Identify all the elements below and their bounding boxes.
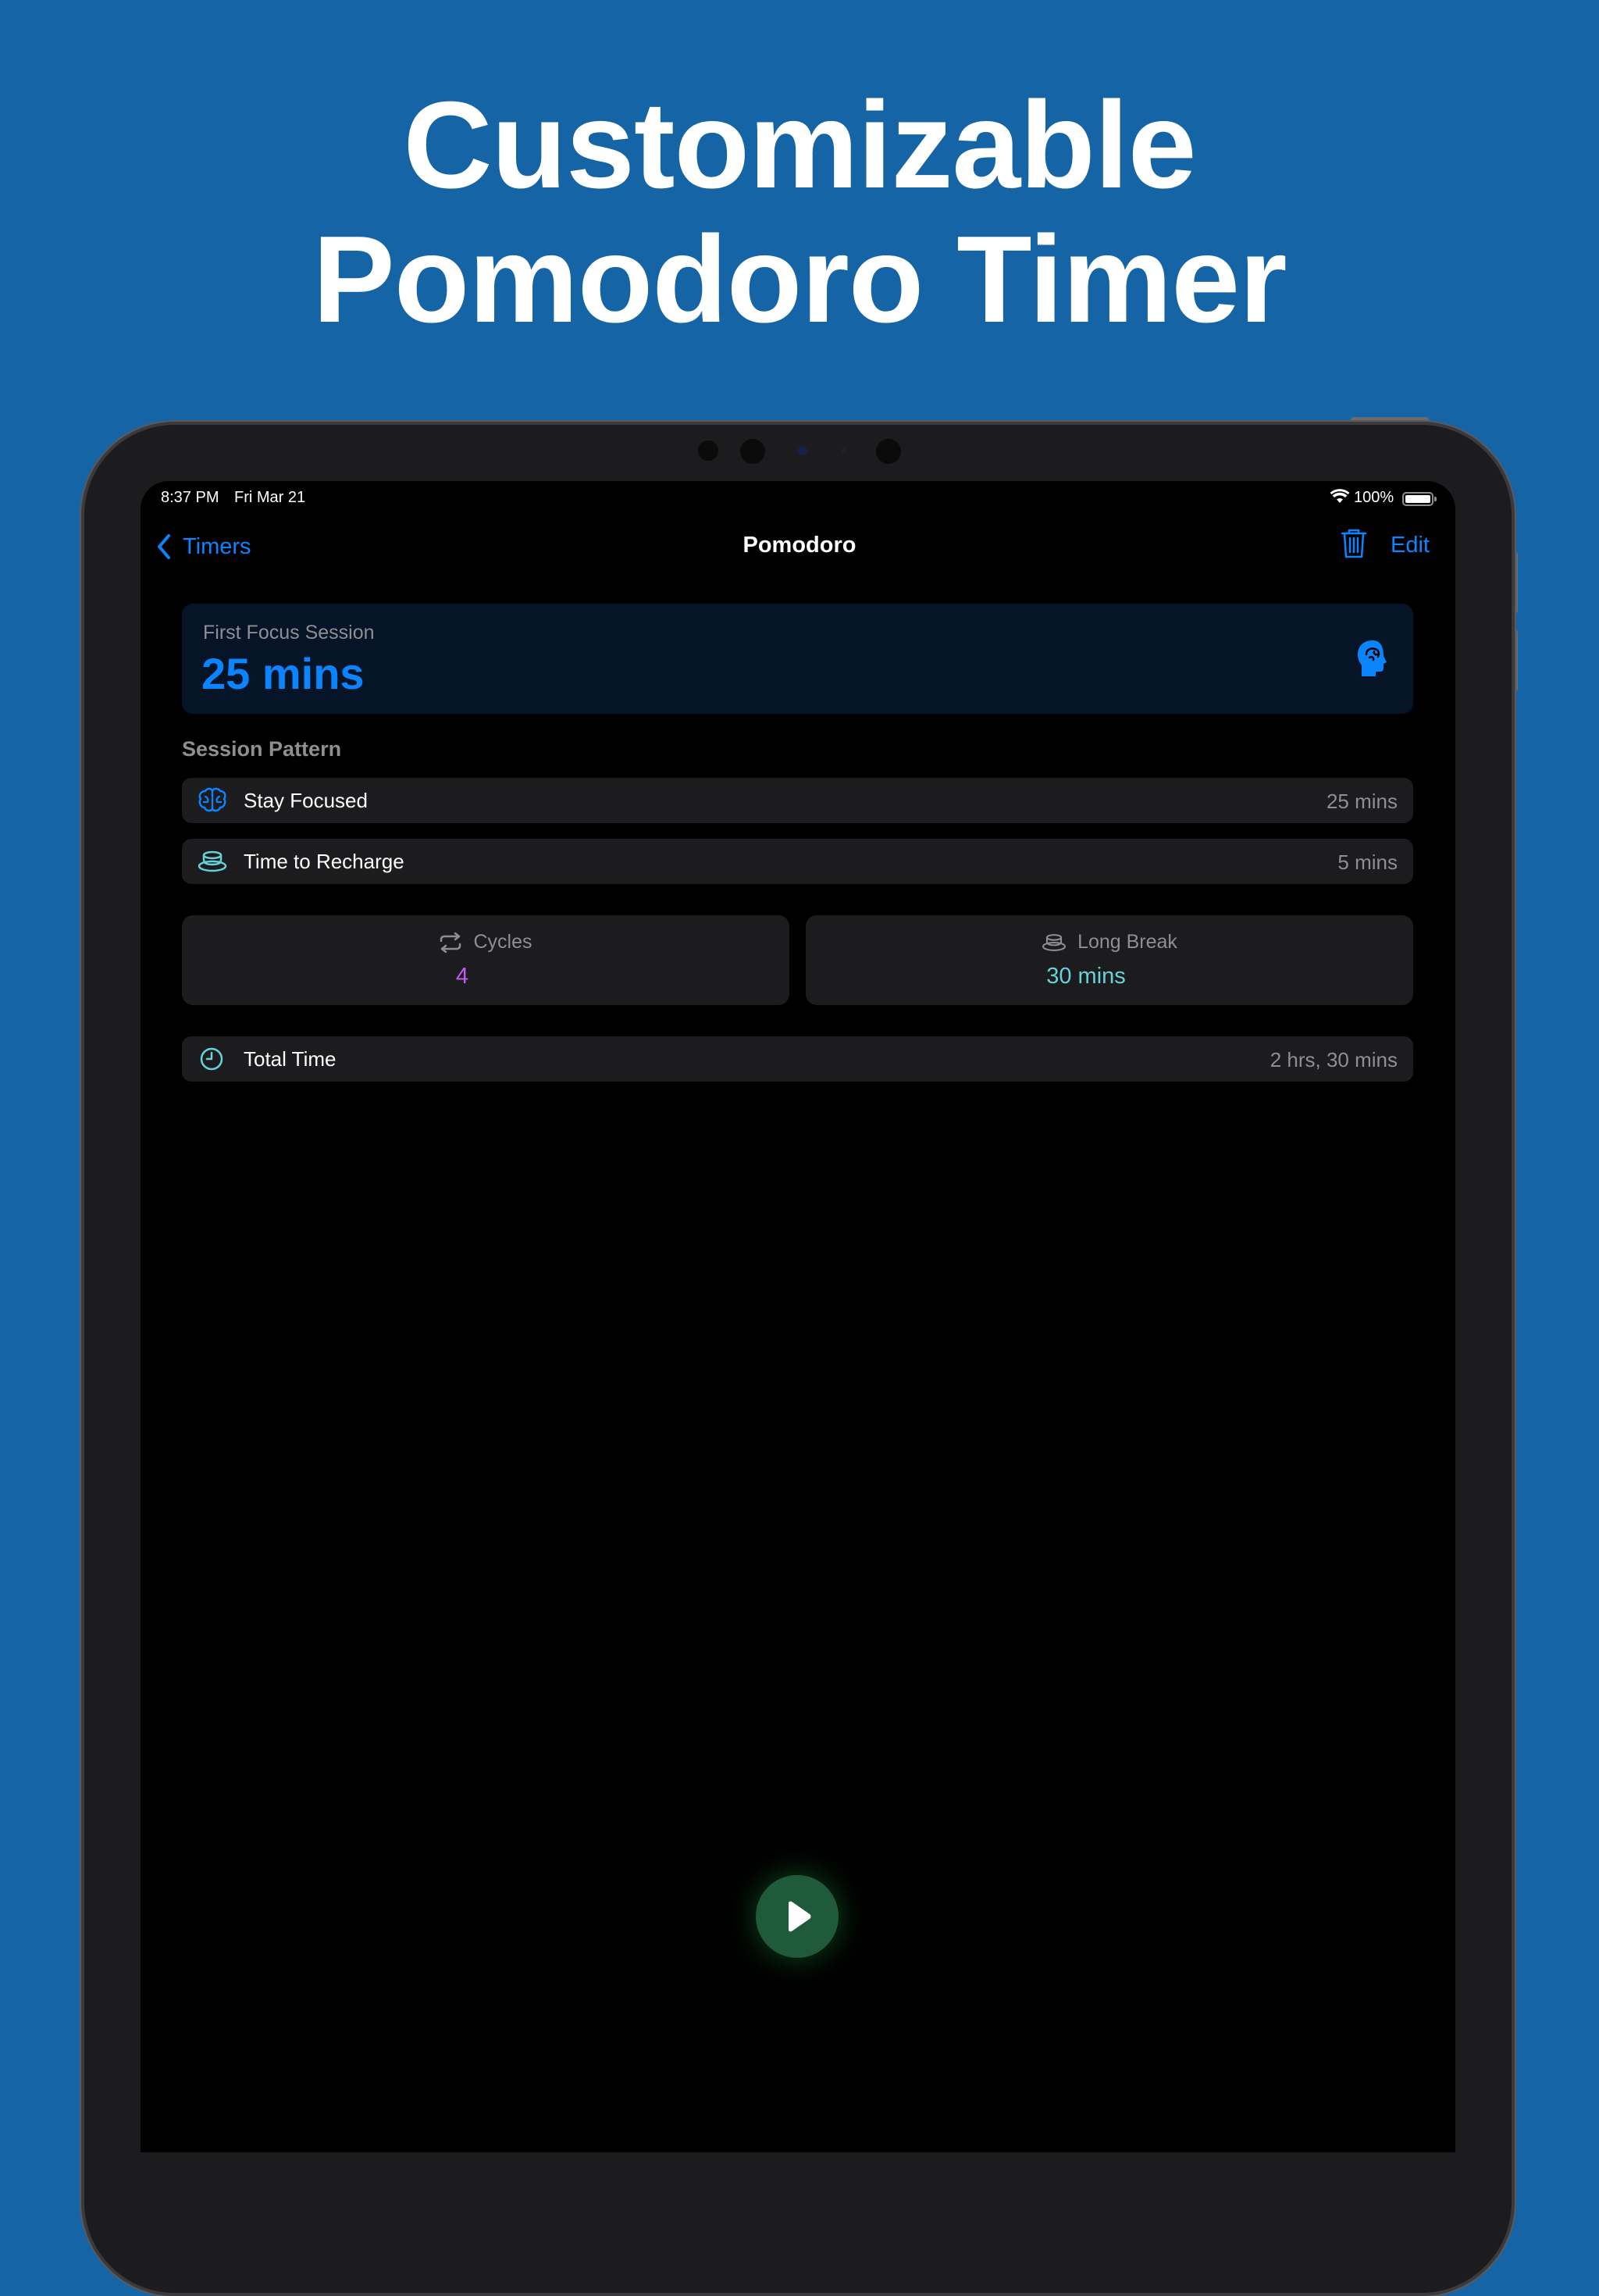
battery-icon xyxy=(1402,492,1437,506)
pattern-value: 5 mins xyxy=(1337,850,1398,874)
cycles-tile[interactable]: Cycles 4 xyxy=(182,915,789,1005)
repeat-icon xyxy=(440,932,461,953)
first-focus-card[interactable] xyxy=(182,604,1413,714)
delete-button[interactable] xyxy=(1340,528,1368,563)
cup-icon xyxy=(198,848,227,879)
status-date: Fri Mar 21 xyxy=(234,489,306,506)
play-button[interactable] xyxy=(756,1875,839,1958)
face-id-sensor xyxy=(876,439,901,464)
pattern-label: Stay Focused xyxy=(244,789,368,812)
section-title-session-pattern: Session Pattern xyxy=(182,737,342,761)
edit-button[interactable]: Edit xyxy=(1391,533,1430,558)
pattern-label: Time to Recharge xyxy=(244,850,404,873)
status-time: 8:37 PM xyxy=(161,489,219,506)
cycles-label: Cycles xyxy=(473,931,532,953)
sensor-dot xyxy=(698,440,718,461)
long-break-value: 30 mins xyxy=(1046,964,1126,989)
cup-icon xyxy=(1042,933,1067,951)
wifi-icon xyxy=(1330,489,1350,509)
long-break-label: Long Break xyxy=(1077,931,1177,953)
total-time-value: 2 hrs, 30 mins xyxy=(1270,1048,1398,1071)
camera-lens xyxy=(740,439,765,464)
first-focus-value: 25 mins xyxy=(201,649,365,698)
headline-line-1: Customizable xyxy=(403,77,1196,214)
play-icon xyxy=(789,1901,811,1932)
light-sensor xyxy=(842,448,846,453)
pattern-row-stay-focused[interactable]: Stay Focused 25 mins xyxy=(182,778,1413,823)
total-time-label: Total Time xyxy=(244,1047,337,1071)
headline-line-2: Pomodoro Timer xyxy=(312,211,1287,348)
clock-icon xyxy=(199,1046,224,1075)
brain-head-icon xyxy=(1355,639,1390,683)
trash-icon xyxy=(1341,529,1367,558)
marketing-headline: Customizable Pomodoro Timer xyxy=(0,78,1599,347)
pattern-value: 25 mins xyxy=(1326,790,1398,813)
cycles-value: 4 xyxy=(455,964,469,989)
long-break-tile[interactable]: Long Break 30 mins xyxy=(806,915,1413,1005)
battery-percent: 100% xyxy=(1354,489,1394,506)
total-time-row: Total Time 2 hrs, 30 mins xyxy=(182,1036,1413,1082)
first-focus-label: First Focus Session xyxy=(203,622,375,644)
front-camera xyxy=(798,446,807,455)
pattern-row-time-to-recharge[interactable]: Time to Recharge 5 mins xyxy=(182,839,1413,884)
brain-icon xyxy=(198,787,227,818)
